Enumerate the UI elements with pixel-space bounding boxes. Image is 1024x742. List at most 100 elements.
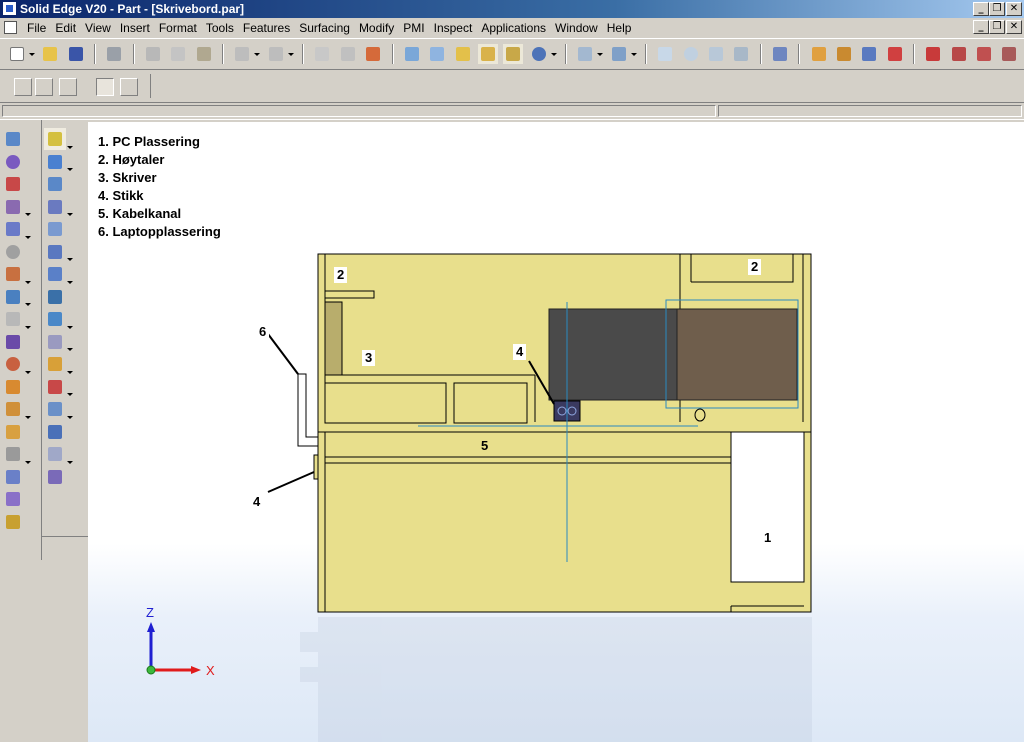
simplify-icon[interactable] [923,44,943,64]
select-mode-icon[interactable] [96,78,114,96]
menu-pmi[interactable]: PMI [400,21,430,35]
menu-file[interactable]: File [24,21,52,35]
emboss-dropdown[interactable] [24,407,32,427]
pattern-dropdown[interactable] [24,452,32,472]
stitch-icon[interactable] [44,398,66,420]
loft-dropdown[interactable] [66,249,74,269]
thicken-dropdown[interactable] [66,362,74,382]
menu-applications[interactable]: Applications [478,21,552,35]
document-icon[interactable] [4,21,17,34]
view-orientation-dropdown[interactable] [630,44,638,64]
view-visible-edges-icon[interactable] [503,44,524,64]
view-iso-icon[interactable] [427,44,447,64]
coordinate-system-icon[interactable] [44,421,66,443]
helix-icon[interactable] [44,263,66,285]
round-icon[interactable] [2,218,24,240]
new-dropdown[interactable] [28,44,36,64]
named-views-icon[interactable] [575,44,595,64]
sketch-dropdown[interactable] [66,159,74,179]
print-icon[interactable] [104,44,124,64]
lip-dropdown[interactable] [24,317,32,337]
pan-icon[interactable] [731,44,751,64]
feature-pathfinder-icon[interactable] [35,78,53,96]
undo-dropdown[interactable] [253,44,261,64]
speaker-block[interactable] [324,301,343,376]
menu-inspect[interactable]: Inspect [431,21,479,35]
zoom-area-icon[interactable] [655,44,675,64]
menu-format[interactable]: Format [156,21,203,35]
laptop-stand[interactable] [297,373,319,447]
save-icon[interactable] [66,44,86,64]
copy-icon[interactable] [168,44,188,64]
new-icon[interactable] [7,44,27,64]
cut-icon[interactable] [143,44,163,64]
printer-block[interactable] [548,308,678,401]
doc-restore-button[interactable]: ❐ [989,20,1005,34]
protrusion-icon[interactable] [2,128,24,150]
helix-dropdown[interactable] [66,272,74,292]
revolved-protrusion-icon[interactable] [2,151,24,173]
sweep-icon[interactable] [44,218,66,240]
enclosure-icon[interactable] [949,44,969,64]
menu-insert[interactable]: Insert [117,21,156,35]
emboss-icon[interactable] [2,398,24,420]
offset-dropdown[interactable] [66,339,74,359]
open-icon[interactable] [40,44,60,64]
menu-help[interactable]: Help [604,21,638,35]
surface-icon[interactable] [44,308,66,330]
minimize-button[interactable]: _ [973,2,989,16]
split-dropdown[interactable] [66,384,74,404]
edgebar-icon[interactable] [14,78,32,96]
menu-edit[interactable]: Edit [52,21,82,35]
named-views-dropdown[interactable] [596,44,604,64]
rib-dropdown[interactable] [24,294,32,314]
view-shaded-edges-icon[interactable] [477,44,498,64]
draft-dropdown[interactable] [24,272,32,292]
variables-icon[interactable] [363,44,383,64]
offset-icon[interactable] [44,331,66,353]
redo-dropdown[interactable] [287,44,295,64]
simplify-off-icon[interactable] [999,44,1019,64]
hole-icon[interactable] [2,196,24,218]
lip-icon[interactable] [2,308,24,330]
sketch-icon[interactable] [44,151,66,173]
cutout-icon[interactable] [2,173,24,195]
thread-icon[interactable] [2,421,24,443]
surface-dropdown[interactable] [66,317,74,337]
undo-icon[interactable] [232,44,252,64]
add-body-icon[interactable] [2,511,24,533]
menu-features[interactable]: Features [240,21,296,35]
assembly-icon[interactable] [834,44,854,64]
redo-icon[interactable] [266,44,286,64]
close-button[interactable]: ✕ [1006,2,1022,16]
select-dropdown[interactable] [66,137,74,157]
fit-icon[interactable] [706,44,726,64]
feature-library-icon[interactable] [338,44,358,64]
thin-wall-icon[interactable] [2,241,24,263]
pc-compartment[interactable] [730,431,805,583]
laptop-block[interactable] [676,308,798,401]
revolve-dropdown[interactable] [66,204,74,224]
normal-protrusion-icon[interactable] [44,286,66,308]
quickpick-icon[interactable] [120,78,138,96]
doc-close-button[interactable]: ✕ [1006,20,1022,34]
menu-view[interactable]: View [82,21,117,35]
remove-icon[interactable] [885,44,905,64]
duplicate-icon[interactable] [974,44,994,64]
thicken-icon[interactable] [44,353,66,375]
layers-icon[interactable] [59,78,77,96]
menu-tools[interactable]: Tools [203,21,240,35]
vent-dropdown[interactable] [24,362,32,382]
intersection-icon[interactable] [44,466,66,488]
paste-icon[interactable] [194,44,214,64]
revolve-icon[interactable] [44,196,66,218]
view-shaded-icon[interactable] [453,44,473,64]
split-icon[interactable] [44,376,66,398]
solid-edge-icon[interactable] [2,1,17,16]
mounting-boss-icon[interactable] [2,376,24,398]
rib-icon[interactable] [2,286,24,308]
graphics-window[interactable]: 1. PC Plassering 2. Høytaler 3. Skriver … [88,122,1024,742]
doc-minimize-button[interactable]: _ [973,20,989,34]
loft-icon[interactable] [44,241,66,263]
draft-icon[interactable] [2,263,24,285]
